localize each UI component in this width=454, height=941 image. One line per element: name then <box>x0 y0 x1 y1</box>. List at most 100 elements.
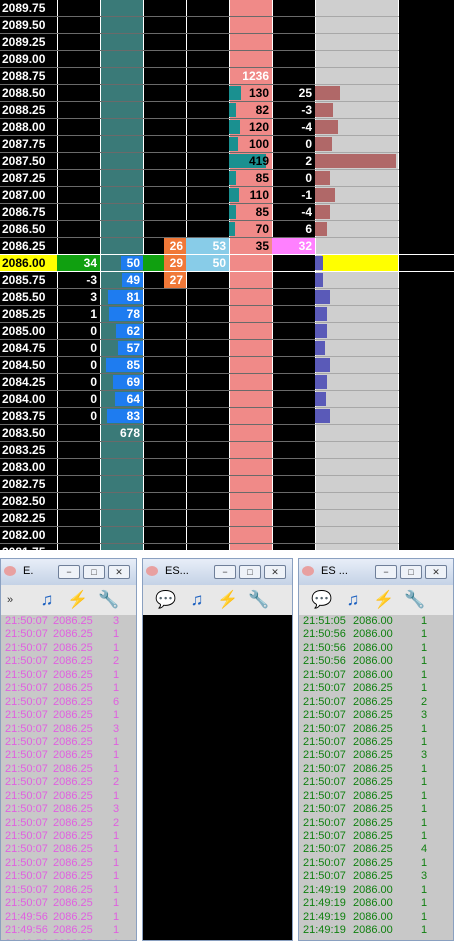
music-note-icon[interactable]: ♫ <box>342 589 364 611</box>
minimize-button[interactable]: − <box>58 565 80 579</box>
price-level[interactable]: 2085.00 <box>0 323 58 339</box>
price-level[interactable]: 2081.75 <box>0 544 58 550</box>
price-level[interactable]: 2085.25 <box>0 306 58 322</box>
price-level[interactable]: 2089.50 <box>0 17 58 33</box>
speech-bubble-icon[interactable]: 💬 <box>155 589 177 611</box>
time-sales-pane-3[interactable]: ES ... − □ ✕ 💬 ♫ ⚡ 🔧 21:51:05 2086.00 1 21:50:56 208… <box>298 558 454 941</box>
battery-icon[interactable]: ⚡ <box>67 589 89 611</box>
price-level[interactable]: 2084.50 <box>0 357 58 373</box>
price-level[interactable]: 2089.25 <box>0 34 58 50</box>
battery-icon[interactable]: ⚡ <box>217 589 239 611</box>
trade-price: 2086.25 <box>53 870 93 883</box>
minimize-button[interactable]: − <box>214 565 236 579</box>
price-level[interactable]: 2088.00 <box>0 119 58 135</box>
price-level[interactable]: 2086.50 <box>0 221 58 237</box>
ask-size-cell[interactable]: 1236 <box>229 68 272 84</box>
ask-size-cell[interactable]: 419 <box>229 153 272 169</box>
wrench-icon[interactable]: 🔧 <box>98 589 120 611</box>
ask-size-cell[interactable]: 120 <box>229 119 272 135</box>
window-app-icon <box>4 566 16 576</box>
bid-size-cell[interactable]: 78 <box>100 306 143 322</box>
volume-profile-bar <box>315 86 340 100</box>
price-level[interactable]: 2086.75 <box>0 204 58 220</box>
close-button[interactable]: ✕ <box>108 565 130 579</box>
trade-list[interactable]: 21:50:07 2086.25 3 21:50:07 2086.25 1 21:50:07… <box>1 615 136 940</box>
price-level[interactable]: 2087.75 <box>0 136 58 152</box>
price-level[interactable]: 2087.50 <box>0 153 58 169</box>
ask-size-cell[interactable]: 85 <box>229 170 272 186</box>
bid-size-cell[interactable]: 49 <box>100 272 143 288</box>
bid-size-cell[interactable]: 678 <box>100 425 143 441</box>
trade-size: 1 <box>113 924 120 937</box>
price-level[interactable]: 2089.75 <box>0 0 58 16</box>
trade-price: 2086.25 <box>353 749 393 762</box>
ask-delta-cell: 32 <box>272 238 315 254</box>
price-level[interactable]: 2084.00 <box>0 391 58 407</box>
trade-time: 21:50:07 <box>303 816 346 829</box>
trade-time: 21:50:07 <box>5 722 48 735</box>
close-button[interactable]: ✕ <box>425 565 447 579</box>
ask-size-cell[interactable]: 110 <box>229 187 272 203</box>
ask-size-cell[interactable]: 100 <box>229 136 272 152</box>
trade-list[interactable]: 21:51:05 2086.00 1 21:50:56 2086.00 1 21:50:56… <box>299 615 453 940</box>
minimize-button[interactable]: − <box>375 565 397 579</box>
price-level[interactable]: 2086.25 <box>0 238 58 254</box>
price-level[interactable]: 2083.00 <box>0 459 58 475</box>
price-level[interactable]: 2089.00 <box>0 51 58 67</box>
price-level[interactable]: 2085.50 <box>0 289 58 305</box>
price-level[interactable]: 2082.75 <box>0 476 58 492</box>
price-level[interactable]: 2083.50 <box>0 425 58 441</box>
price-level[interactable]: 2087.00 <box>0 187 58 203</box>
time-sales-pane-2[interactable]: ES... − □ ✕ 💬 ♫ ⚡ 🔧 <box>142 558 293 941</box>
price-level[interactable]: 2083.75 <box>0 408 58 424</box>
trade-time: 21:50:07 <box>5 870 48 883</box>
window-titlebar[interactable]: ES... − □ ✕ <box>143 559 292 585</box>
price-level[interactable]: 2083.25 <box>0 442 58 458</box>
bid-size-cell[interactable]: 62 <box>100 323 143 339</box>
bid-size-cell[interactable]: 81 <box>100 289 143 305</box>
sell-volume-cell: 27 <box>164 272 186 288</box>
ask-size-cell[interactable]: 70 <box>229 221 272 237</box>
ask-delta-cell: 25 <box>298 86 312 100</box>
wrench-icon[interactable]: 🔧 <box>248 589 270 611</box>
bid-size-cell[interactable]: 69 <box>100 374 143 390</box>
maximize-button[interactable]: □ <box>83 565 105 579</box>
trade-size: 2 <box>113 655 120 668</box>
bid-size-cell[interactable]: 50 <box>100 255 143 271</box>
close-button[interactable]: ✕ <box>264 565 286 579</box>
music-note-icon[interactable]: ♫ <box>36 589 58 611</box>
overflow-chevron-icon[interactable]: » <box>5 589 15 611</box>
trade-list[interactable] <box>143 615 292 940</box>
price-ladder[interactable]: 2089.75 2089.50 2089.25 2089.00 2088.75 1236 2… <box>0 0 454 550</box>
bid-size-cell[interactable]: 57 <box>100 340 143 356</box>
price-level[interactable]: 2088.75 <box>0 68 58 84</box>
wrench-icon[interactable]: 🔧 <box>404 589 426 611</box>
price-level[interactable]: 2084.25 <box>0 374 58 390</box>
ask-size-cell[interactable]: 85 <box>229 204 272 220</box>
price-level[interactable]: 2082.50 <box>0 493 58 509</box>
trade-time: 21:50:07 <box>5 749 48 762</box>
ask-size-cell[interactable]: 35 <box>229 238 272 254</box>
trade-price: 2086.00 <box>353 668 393 681</box>
speech-bubble-icon[interactable]: 💬 <box>311 589 333 611</box>
price-level[interactable]: 2085.75 <box>0 272 58 288</box>
bid-size-cell[interactable]: 83 <box>100 408 143 424</box>
ask-size-cell[interactable]: 82 <box>229 102 272 118</box>
window-titlebar[interactable]: E. − □ ✕ <box>1 559 136 585</box>
ask-size-cell[interactable]: 130 <box>229 85 272 101</box>
bid-size-cell[interactable]: 64 <box>100 391 143 407</box>
price-level[interactable]: 2088.25 <box>0 102 58 118</box>
maximize-button[interactable]: □ <box>239 565 261 579</box>
price-level[interactable]: 2082.00 <box>0 527 58 543</box>
battery-icon[interactable]: ⚡ <box>373 589 395 611</box>
maximize-button[interactable]: □ <box>400 565 422 579</box>
price-level[interactable]: 2082.25 <box>0 510 58 526</box>
price-level[interactable]: 2088.50 <box>0 85 58 101</box>
time-sales-pane-1[interactable]: E. − □ ✕ » ♫ ⚡ 🔧 21:50:07 2086.25 3 21:50:07 2086.25… <box>0 558 137 941</box>
music-note-icon[interactable]: ♫ <box>186 589 208 611</box>
bid-size-cell[interactable]: 85 <box>100 357 143 373</box>
window-titlebar[interactable]: ES ... − □ ✕ <box>299 559 453 585</box>
current-price[interactable]: 2086.00 <box>0 255 58 271</box>
price-level[interactable]: 2087.25 <box>0 170 58 186</box>
price-level[interactable]: 2084.75 <box>0 340 58 356</box>
